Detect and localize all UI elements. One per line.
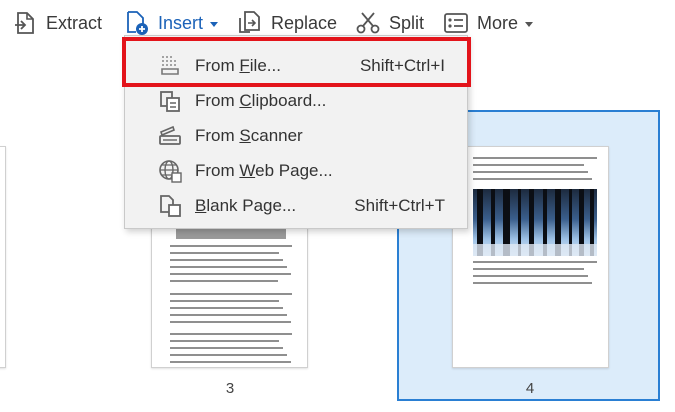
insert-label: Insert <box>158 12 204 33</box>
menu-item-blank-page[interactable]: Blank Page... Shift+Ctrl+T <box>125 188 467 223</box>
menu-item-shortcut: Shift+Ctrl+I <box>359 55 445 75</box>
text-line <box>170 333 292 335</box>
text-line <box>170 280 278 282</box>
text-line <box>170 259 283 261</box>
from-file-icon <box>158 54 182 78</box>
menu-item-label: From File... <box>195 55 281 75</box>
text-line <box>473 275 588 277</box>
blank-page-icon <box>158 194 182 218</box>
text-line <box>170 273 291 275</box>
menu-item-from-clipboard[interactable]: From Clipboard... <box>125 83 467 118</box>
extract-icon <box>12 10 38 36</box>
menu-item-from-file[interactable]: From File... Shift+Ctrl+I <box>125 48 467 83</box>
insert-dropdown-menu: From File... Shift+Ctrl+I From Clipboard… <box>124 35 468 229</box>
text-line <box>170 252 279 254</box>
menu-item-shortcut: Shift+Ctrl+T <box>354 195 445 215</box>
menu-item-from-web-page[interactable]: From Web Page... <box>125 153 467 188</box>
page-number-4: 4 <box>525 380 535 397</box>
page-thumbnail-4[interactable] <box>452 146 609 368</box>
text-line <box>473 268 584 270</box>
text-line <box>170 347 283 349</box>
from-scanner-icon <box>158 124 182 148</box>
text-line <box>170 293 292 295</box>
extract-label: Extract <box>46 12 103 33</box>
text-line <box>170 314 287 316</box>
text-line <box>170 300 279 302</box>
text-line <box>473 157 597 159</box>
text-line <box>170 266 287 268</box>
text-line <box>473 261 597 263</box>
page-number-3: 3 <box>225 380 235 397</box>
forest-image <box>473 189 597 256</box>
text-line <box>170 321 291 323</box>
text-line <box>170 245 292 247</box>
menu-item-from-scanner[interactable]: From Scanner <box>125 118 467 153</box>
chevron-down-icon <box>525 21 534 27</box>
menu-item-label: From Web Page... <box>195 160 333 180</box>
more-label: More <box>477 12 519 33</box>
menu-item-label: From Clipboard... <box>195 90 327 110</box>
text-line <box>170 361 291 363</box>
scissors-icon <box>355 10 381 36</box>
more-icon <box>443 10 469 36</box>
menu-item-label: Blank Page... <box>195 195 297 215</box>
menu-item-label: From Scanner <box>195 125 303 145</box>
text-line <box>170 307 283 309</box>
page-thumbnail-partial[interactable] <box>0 146 6 368</box>
text-line <box>170 340 279 342</box>
from-web-page-icon <box>158 159 182 183</box>
text-line <box>473 171 588 173</box>
text-line <box>473 178 592 180</box>
extract-button[interactable]: Extract <box>12 6 102 40</box>
text-line <box>473 282 592 284</box>
from-clipboard-icon <box>158 89 182 113</box>
replace-icon <box>237 10 263 36</box>
text-line <box>473 164 584 166</box>
split-label: Split <box>389 12 425 33</box>
chevron-down-icon <box>210 21 219 27</box>
text-line <box>170 354 287 356</box>
insert-page-icon <box>124 10 150 36</box>
replace-label: Replace <box>271 12 338 33</box>
page-image <box>473 189 597 256</box>
